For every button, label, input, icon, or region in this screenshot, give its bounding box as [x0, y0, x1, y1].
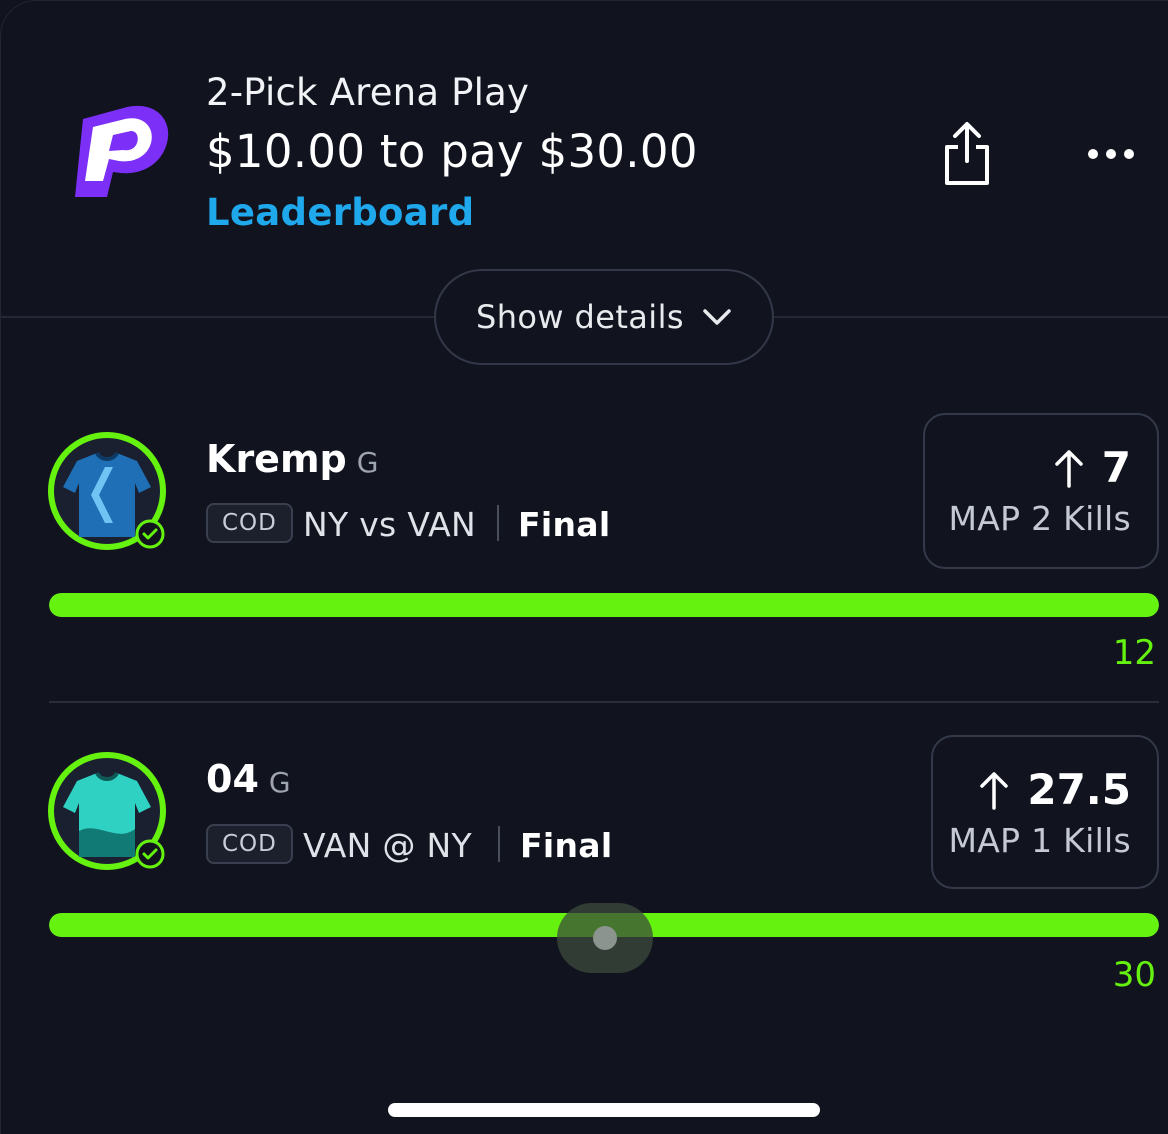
matchup-text: NY vs VAN — [303, 505, 476, 544]
player-jersey-avatar — [48, 752, 166, 870]
stat-line: 27.5 — [979, 765, 1131, 814]
matchup-separator — [497, 505, 499, 541]
stat-line: 7 — [1054, 443, 1131, 492]
stat-line-card: 27.5 MAP 1 Kills — [931, 735, 1159, 889]
contest-title: 2-Pick Arena Play — [206, 71, 530, 114]
entry-payout: $10.00 to pay $30.00 — [206, 125, 698, 178]
game-status: Final — [520, 826, 613, 865]
show-details-label: Show details — [476, 298, 684, 336]
actual-value: 30 — [1112, 955, 1156, 995]
up-arrow-icon — [1055, 449, 1083, 488]
player-name-text: 04 — [206, 757, 259, 801]
line-value: 7 — [1101, 443, 1131, 492]
show-details-button[interactable]: Show details — [434, 269, 774, 365]
app-logo-icon — [75, 105, 169, 197]
leaderboard-link[interactable]: Leaderboard — [206, 191, 474, 234]
player-name-text: Kremp — [206, 437, 347, 481]
stat-line-card: 7 MAP 2 Kills — [923, 413, 1159, 569]
stat-type: MAP 1 Kills — [948, 821, 1131, 860]
home-indicator[interactable] — [388, 1103, 820, 1117]
progress-fill — [49, 593, 1159, 617]
player-position: G — [268, 766, 291, 799]
share-icon[interactable] — [937, 121, 997, 187]
pick-divider — [49, 701, 1159, 703]
line-value: 27.5 — [1027, 765, 1131, 814]
stat-type: MAP 2 Kills — [948, 499, 1131, 538]
player-name: Kremp G — [206, 437, 378, 481]
player-position: G — [356, 446, 379, 479]
progress-bar — [49, 593, 1159, 617]
sheet-container: 2-Pick Arena Play $10.00 to pay $30.00 L… — [0, 0, 1168, 1134]
actual-value: 12 — [1112, 633, 1156, 673]
matchup-text: VAN @ NY — [303, 826, 472, 865]
league-badge: COD — [206, 503, 293, 543]
scrubber-dot — [593, 926, 617, 950]
player-name: 04 G — [206, 757, 291, 801]
game-status: Final — [518, 505, 611, 544]
scroll-scrubber[interactable] — [557, 903, 653, 973]
matchup-separator — [498, 826, 500, 862]
league-badge: COD — [206, 824, 293, 864]
up-arrow-icon — [980, 771, 1009, 810]
more-options-icon[interactable] — [1081, 137, 1141, 171]
player-jersey-avatar — [48, 432, 166, 550]
chevron-down-icon — [703, 309, 731, 325]
